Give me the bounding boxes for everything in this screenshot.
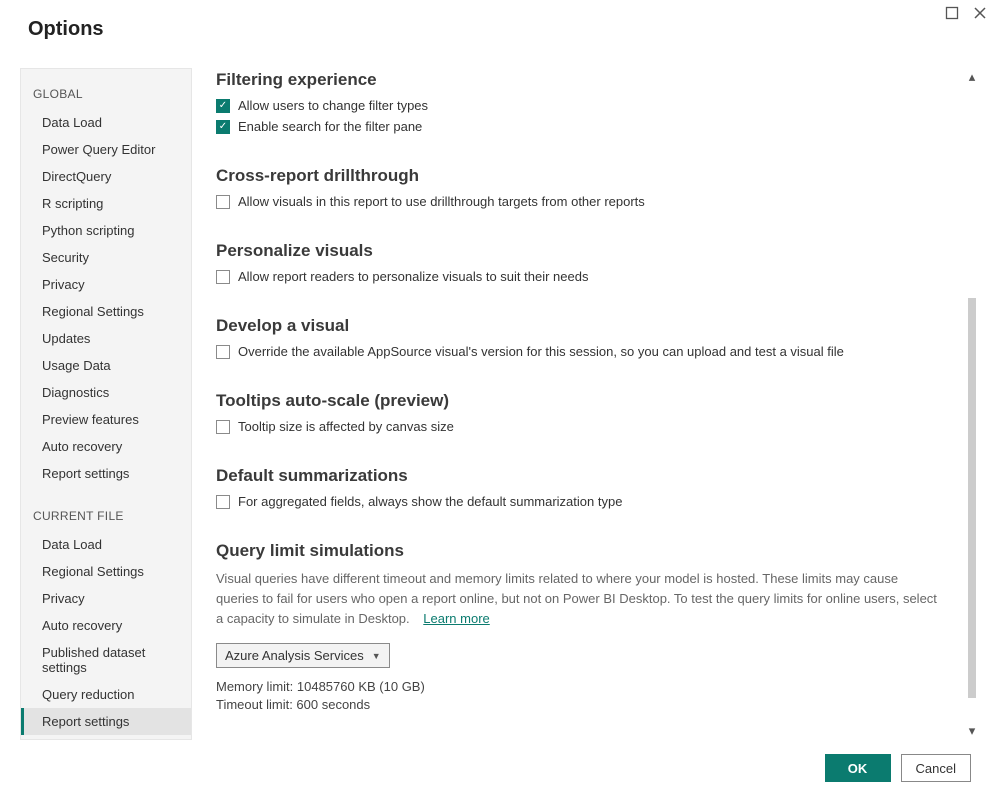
- content-scrollbar[interactable]: ▴ ▾: [963, 68, 981, 740]
- timeout-limit-text: Timeout limit: 600 seconds: [216, 697, 943, 712]
- query-description: Visual queries have different timeout an…: [216, 569, 943, 629]
- checkbox-develop[interactable]: [216, 345, 230, 359]
- sidebar-item[interactable]: Diagnostics: [21, 379, 191, 406]
- scrollbar-thumb[interactable]: [968, 298, 976, 698]
- sidebar-item[interactable]: Auto recovery: [21, 433, 191, 460]
- chevron-down-icon: ▼: [372, 651, 381, 661]
- sidebar-item[interactable]: Auto recovery: [21, 612, 191, 639]
- section-personalize-heading: Personalize visuals: [216, 241, 943, 261]
- section-tooltips-heading: Tooltips auto-scale (preview): [216, 391, 943, 411]
- sidebar-item[interactable]: Report settings: [21, 708, 191, 735]
- ok-button[interactable]: OK: [825, 754, 891, 782]
- sidebar: GLOBAL Data LoadPower Query EditorDirect…: [20, 68, 192, 740]
- section-filtering-heading: Filtering experience: [216, 70, 943, 90]
- sidebar-item[interactable]: Power Query Editor: [21, 136, 191, 163]
- section-query-heading: Query limit simulations: [216, 541, 943, 561]
- checkbox-personalize[interactable]: [216, 270, 230, 284]
- sidebar-item[interactable]: Query reduction: [21, 681, 191, 708]
- sidebar-item[interactable]: Data Load: [21, 109, 191, 136]
- dialog-title: Options: [28, 18, 104, 41]
- sidebar-item[interactable]: Regional Settings: [21, 298, 191, 325]
- sidebar-item[interactable]: R scripting: [21, 190, 191, 217]
- checkbox-develop-label: Override the available AppSource visual'…: [238, 344, 844, 359]
- checkbox-defaults[interactable]: [216, 495, 230, 509]
- scroll-down-arrow[interactable]: ▾: [963, 722, 981, 740]
- section-defaults-heading: Default summarizations: [216, 466, 943, 486]
- checkbox-filter-types-label: Allow users to change filter types: [238, 98, 428, 113]
- sidebar-item[interactable]: Security: [21, 244, 191, 271]
- sidebar-item[interactable]: Regional Settings: [21, 558, 191, 585]
- section-cross-heading: Cross-report drillthrough: [216, 166, 943, 186]
- sidebar-item[interactable]: Published dataset settings: [21, 639, 191, 681]
- close-icon[interactable]: [973, 6, 987, 23]
- sidebar-item[interactable]: Privacy: [21, 585, 191, 612]
- maximize-icon[interactable]: [945, 6, 959, 23]
- capacity-dropdown-value: Azure Analysis Services: [225, 648, 364, 663]
- checkbox-cross-drillthrough[interactable]: [216, 195, 230, 209]
- checkbox-tooltips-label: Tooltip size is affected by canvas size: [238, 419, 454, 434]
- sidebar-item[interactable]: Usage Data: [21, 352, 191, 379]
- checkbox-cross-drillthrough-label: Allow visuals in this report to use dril…: [238, 194, 645, 209]
- memory-limit-text: Memory limit: 10485760 KB (10 GB): [216, 679, 943, 694]
- sidebar-item[interactable]: Report settings: [21, 460, 191, 487]
- options-dialog: Options GLOBAL Data LoadPower Query Edit…: [0, 0, 995, 796]
- capacity-dropdown[interactable]: Azure Analysis Services ▼: [216, 643, 390, 668]
- checkbox-personalize-label: Allow report readers to personalize visu…: [238, 269, 588, 284]
- checkbox-tooltips[interactable]: [216, 420, 230, 434]
- cancel-button[interactable]: Cancel: [901, 754, 971, 782]
- checkbox-filter-search[interactable]: [216, 120, 230, 134]
- settings-content: Filtering experience Allow users to chan…: [192, 68, 963, 740]
- sidebar-item[interactable]: Updates: [21, 325, 191, 352]
- sidebar-item[interactable]: Privacy: [21, 271, 191, 298]
- checkbox-filter-types[interactable]: [216, 99, 230, 113]
- checkbox-defaults-label: For aggregated fields, always show the d…: [238, 494, 622, 509]
- sidebar-item[interactable]: Preview features: [21, 406, 191, 433]
- sidebar-header-current: CURRENT FILE: [21, 501, 191, 531]
- sidebar-item[interactable]: Data Load: [21, 531, 191, 558]
- sidebar-item[interactable]: DirectQuery: [21, 163, 191, 190]
- learn-more-link[interactable]: Learn more: [423, 611, 489, 626]
- section-develop-heading: Develop a visual: [216, 316, 943, 336]
- sidebar-header-global: GLOBAL: [21, 79, 191, 109]
- sidebar-item[interactable]: Python scripting: [21, 217, 191, 244]
- checkbox-filter-search-label: Enable search for the filter pane: [238, 119, 422, 134]
